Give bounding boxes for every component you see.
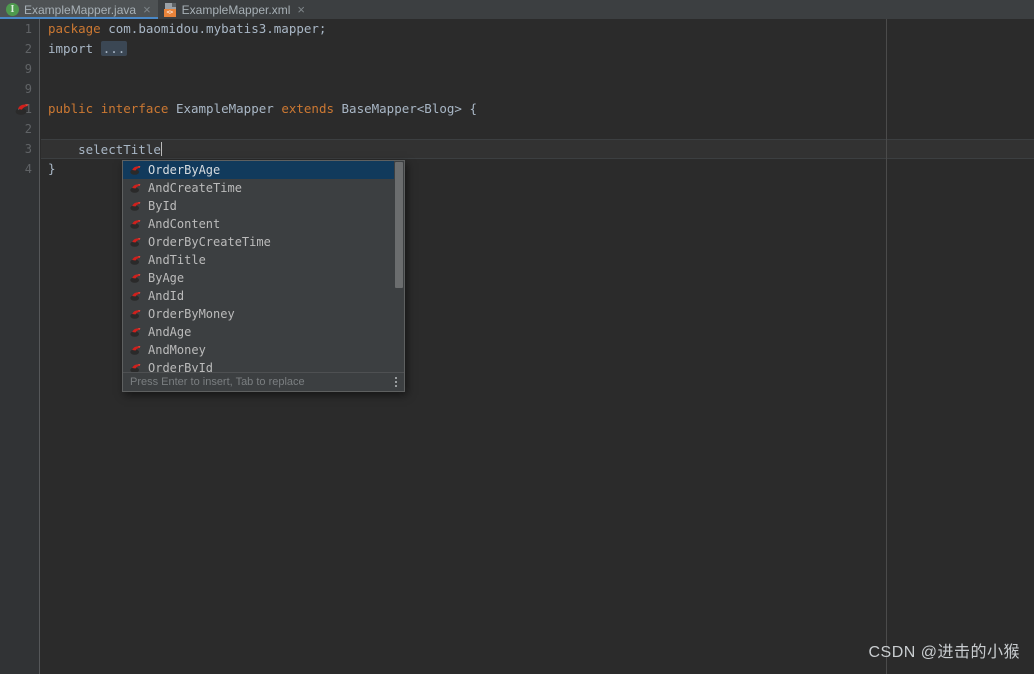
close-icon[interactable]: × <box>297 3 305 16</box>
code-token-text: com.baomidou.mybatis3.mapper; <box>100 21 327 36</box>
line-number: 9 <box>24 82 32 96</box>
mybatis-bird-icon <box>130 346 141 355</box>
completion-item-label: ById <box>148 199 177 213</box>
mybatis-bird-icon <box>130 274 141 283</box>
completion-item[interactable]: AndId <box>123 287 404 305</box>
text-caret <box>160 142 162 156</box>
line-number: 1 <box>24 22 32 36</box>
xml-badge-label: <> <box>163 8 176 17</box>
editor-gutter[interactable]: 1 2 9 9 1 2 3 4 <box>0 19 40 674</box>
mybatis-bird-icon <box>130 310 141 319</box>
mybatis-bird-icon <box>130 220 141 229</box>
code-token-text: import <box>48 41 94 56</box>
mybatis-bird-icon <box>130 166 141 175</box>
line-number-column: 1 2 9 9 1 2 3 4 <box>0 19 40 179</box>
right-margin-guide <box>886 19 887 674</box>
completion-item[interactable]: OrderById <box>123 359 404 373</box>
completion-item-label: OrderByAge <box>148 163 221 177</box>
completion-item-label: AndTitle <box>148 253 206 267</box>
editor-tab-bar: I ExampleMapper.java × <> ExampleMapper.… <box>0 0 1034 19</box>
code-editor[interactable]: 1 2 9 9 1 2 3 4 package com.baomidou.myb… <box>0 19 1034 674</box>
completion-item[interactable]: AndMoney <box>123 341 404 359</box>
completion-item-label: ByAge <box>148 271 185 285</box>
line-number: 3 <box>24 142 32 156</box>
ide-window: I ExampleMapper.java × <> ExampleMapper.… <box>0 0 1034 674</box>
code-completion-popup[interactable]: OrderByAge AndCreateTime ById AndContent… <box>122 160 405 392</box>
completion-item-list[interactable]: OrderByAge AndCreateTime ById AndContent… <box>123 161 404 373</box>
mybatis-bird-icon <box>130 292 141 301</box>
code-token-keyword: extends <box>281 101 334 116</box>
code-token-keyword: public <box>48 101 94 116</box>
mybatis-bird-icon <box>130 184 141 193</box>
completion-popup-footer: Press Enter to insert, Tab to replace <box>123 372 404 391</box>
line-number: 9 <box>24 62 32 76</box>
tab-label: ExampleMapper.xml <box>181 2 291 17</box>
line-number: 2 <box>24 122 32 136</box>
folded-imports-region[interactable]: ... <box>100 41 128 56</box>
completion-item[interactable]: AndAge <box>123 323 404 341</box>
completion-item-label: AndMoney <box>148 343 206 357</box>
completion-item-label: OrderByCreateTime <box>148 235 271 249</box>
completion-item[interactable]: AndCreateTime <box>123 179 404 197</box>
completion-item-label: AndAge <box>148 325 192 339</box>
code-token-keyword: package <box>48 21 101 36</box>
tab-label: ExampleMapper.java <box>24 2 137 17</box>
completion-item[interactable]: OrderByAge <box>123 161 404 179</box>
line-number: 2 <box>24 42 32 56</box>
xml-file-icon: <> <box>163 2 177 17</box>
completion-item-label: AndId <box>148 289 185 303</box>
close-icon[interactable]: × <box>143 3 151 16</box>
java-interface-icon: I <box>6 3 19 16</box>
mybatis-bird-icon <box>130 328 141 337</box>
completion-item[interactable]: ByAge <box>123 269 404 287</box>
completion-item-label: OrderByMoney <box>148 307 235 321</box>
code-token-keyword: interface <box>100 101 169 116</box>
kebab-menu-icon[interactable] <box>395 377 397 387</box>
completion-hint-text: Press Enter to insert, Tab to replace <box>130 376 305 388</box>
completion-item[interactable]: OrderByMoney <box>123 305 404 323</box>
code-token-text: ExampleMapper <box>168 101 282 116</box>
code-token-text: selectTitle <box>48 142 161 157</box>
completion-item[interactable]: ById <box>123 197 404 215</box>
code-token-text: BaseMapper<Blog> { <box>334 101 477 116</box>
tab-example-mapper-java[interactable]: I ExampleMapper.java × <box>0 0 158 19</box>
completion-item[interactable]: OrderByCreateTime <box>123 233 404 251</box>
completion-item[interactable]: AndTitle <box>123 251 404 269</box>
popup-scrollbar-thumb[interactable] <box>395 162 403 288</box>
mybatis-bird-icon <box>130 238 141 247</box>
mybatis-navigate-icon[interactable] <box>14 102 30 116</box>
csdn-watermark: CSDN @进击的小猴 <box>868 644 1020 661</box>
completion-item-label: AndCreateTime <box>148 181 242 195</box>
mybatis-bird-icon <box>130 202 141 211</box>
code-token-text: } <box>48 161 56 176</box>
completion-item-label: AndContent <box>148 217 221 231</box>
tab-example-mapper-xml[interactable]: <> ExampleMapper.xml × <box>158 0 312 19</box>
line-number: 4 <box>24 162 32 176</box>
completion-item[interactable]: AndContent <box>123 215 404 233</box>
mybatis-bird-icon <box>130 256 141 265</box>
popup-scrollbar[interactable] <box>394 161 404 373</box>
